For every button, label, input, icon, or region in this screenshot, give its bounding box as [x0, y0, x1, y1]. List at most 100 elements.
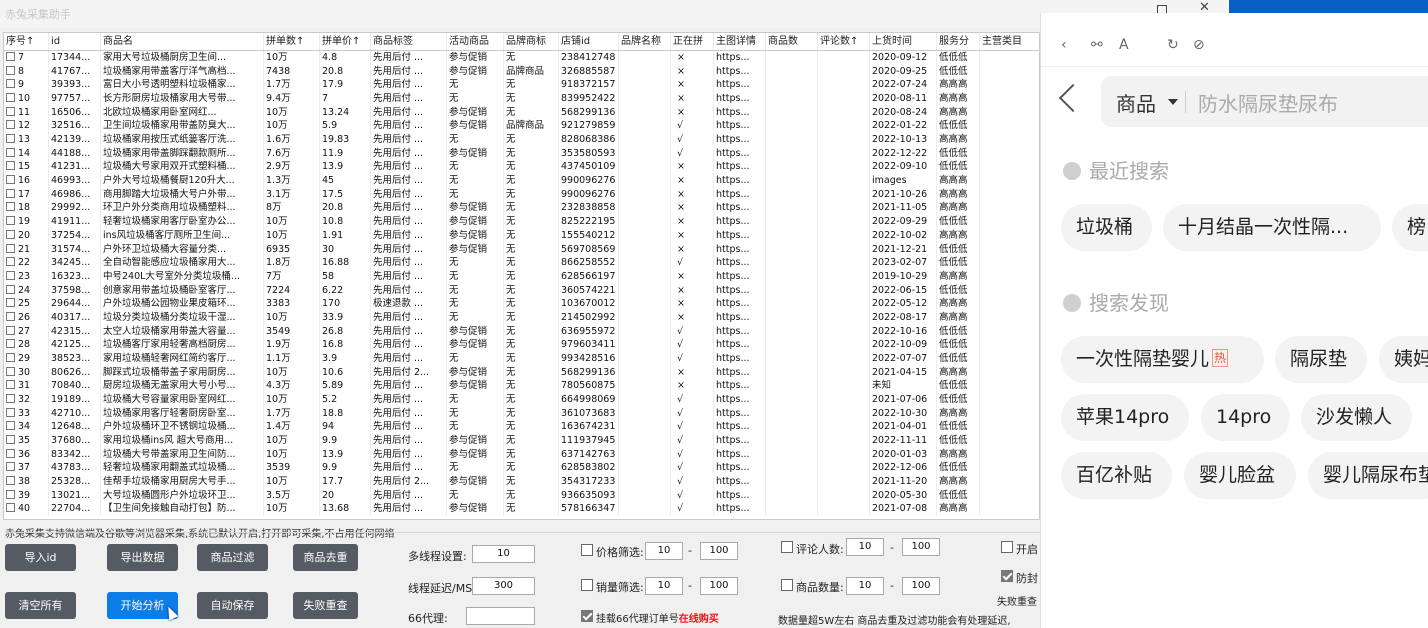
discover-chip[interactable]: 沙发懒人 — [1301, 394, 1412, 441]
clear-all-button[interactable]: 清空所有 — [5, 592, 76, 619]
discover-chip[interactable]: 14pro — [1201, 394, 1290, 441]
row-checkbox[interactable] — [6, 243, 15, 253]
count-filter-checkbox[interactable] — [781, 579, 793, 591]
table-row[interactable]: 28 42125... 垃圾桶客厅家用轻奢高档厨房... 1.9万 16.8 先用后付 .… — [4, 338, 1039, 352]
auto-save-button[interactable]: 自动保存 — [197, 592, 268, 619]
row-checkbox[interactable] — [6, 462, 15, 472]
table-row[interactable]: 39 13021... 大号垃圾桶圆形户外垃圾环卫... 3.5万 20 先用后付 ...… — [4, 488, 1039, 503]
table-row[interactable]: 7 17344... 家用大号垃圾桶厨房卫生间... 10万 4.8 先用后付 ... 参与… — [4, 51, 1039, 65]
column-header-name[interactable]: 商品名 — [101, 33, 264, 50]
table-row[interactable]: 35 37680... 家用垃圾桶ins风 超大号商用... 10万 9.9 先用后付 .… — [4, 434, 1039, 448]
row-checkbox[interactable] — [6, 311, 15, 321]
table-row[interactable]: 9 39393... 富日大小号透明塑料垃圾桶家... 1.7万 17.9 先用后付 ..… — [4, 78, 1039, 93]
row-checkbox[interactable] — [6, 421, 15, 431]
reviews-filter-checkbox[interactable] — [781, 541, 793, 553]
enable-checkbox[interactable] — [1001, 541, 1013, 553]
proxy-input[interactable] — [466, 607, 535, 625]
reviews-min-input[interactable]: 10 — [846, 538, 884, 556]
table-row[interactable]: 31 70840... 厨房垃圾桶无盖家用大号小号... 4.3万 5.89 先用后付 .… — [4, 379, 1039, 393]
column-header-seq[interactable]: 序号↑ — [4, 33, 49, 50]
column-header-review-count[interactable]: 评论数↑ — [818, 33, 870, 50]
discover-chip[interactable]: 婴儿隔尿布垫 — [1308, 452, 1428, 499]
discover-chip[interactable]: 百亿补贴 — [1061, 452, 1172, 499]
table-row[interactable]: 17 46986... 商用脚踏大垃圾桶大号户外带... 3.1万 17.5 先用后付 .… — [4, 187, 1039, 202]
table-row[interactable]: 15 41231... 垃圾桶大号家用双开式塑料桶... 2.9万 13.9 先用后付 .… — [4, 160, 1039, 175]
column-header-promo[interactable]: 活动商品 — [447, 33, 504, 50]
anti-block-checkbox[interactable] — [1001, 570, 1013, 582]
row-checkbox[interactable] — [6, 257, 15, 267]
price-filter-checkbox[interactable] — [581, 544, 593, 556]
row-checkbox[interactable] — [6, 339, 15, 349]
table-row[interactable]: 8 41767... 垃圾桶家用带盖客厅洋气高档... 7438 20.8 先用后付 ..… — [4, 64, 1039, 79]
product-data-grid[interactable]: 序号↑ id 商品名 拼单数↑ 拼单价↑ 商品标签 活动商品 品牌商标 店铺id 品牌名称 正在拼主… — [3, 32, 1040, 520]
table-row[interactable]: 23 16323... 中号240L大号室外分类垃圾桶... 7万 58 先用后付 ...… — [4, 269, 1039, 284]
column-header-detail[interactable]: 主图详情 — [714, 33, 766, 50]
table-row[interactable]: 21 31574... 户外环卫垃圾桶大容量分类... 6935 30 先用后付 ... 参… — [4, 242, 1039, 257]
nav-back-icon[interactable]: ‹ — [1061, 37, 1067, 53]
search-input[interactable]: 防水隔尿垫尿布 — [1198, 88, 1338, 117]
table-row[interactable]: 10 97757... 长方形厨房垃圾桶家用大号带... 9.4万 7 先用后付 ... 无… — [4, 92, 1039, 106]
table-row[interactable]: 24 37598... 创意家用带盖垃圾桶卧室客厅... 7224 6.22 先用后付 .… — [4, 283, 1039, 298]
row-checkbox[interactable] — [6, 325, 15, 335]
export-data-button[interactable]: 导出数据 — [107, 544, 178, 571]
discover-chip[interactable]: 隔尿垫 — [1275, 336, 1367, 383]
table-row[interactable]: 32 19189... 垃圾桶大号容量家用卧室网红... 10万 5.2 先用后付 ...… — [4, 393, 1039, 407]
column-header-group-price[interactable]: 拼单价↑ — [320, 33, 371, 50]
row-checkbox[interactable] — [6, 366, 15, 376]
table-row[interactable]: 25 29644... 户外垃圾桶公园物业果皮箱环... 3383 170 极速退款 ..… — [4, 297, 1039, 311]
table-row[interactable]: 14 44188... 垃圾桶家用带盖脚踩翻款厕所... 7.6万 11.9 先用后付 .… — [4, 146, 1039, 161]
row-checkbox[interactable] — [6, 147, 15, 157]
row-checkbox[interactable] — [6, 175, 15, 185]
row-checkbox[interactable] — [6, 106, 15, 116]
price-max-input[interactable]: 100 — [700, 542, 738, 560]
row-checkbox[interactable] — [6, 407, 15, 417]
table-row[interactable]: 30 80626... 脚踩式垃圾桶带盖子家用厨房... 10万 10.6 先用后付 2.… — [4, 365, 1039, 380]
table-row[interactable]: 33 42710... 垃圾桶家用客厅轻奢厨房卧室... 1.7万 18.8 先用后付 .… — [4, 406, 1039, 421]
row-checkbox[interactable] — [6, 161, 15, 171]
row-checkbox[interactable] — [6, 202, 15, 212]
table-row[interactable]: 13 42139... 垃圾桶家用按压式纸篓客厅洗... 1.6万 19.83 先用后付 … — [4, 133, 1039, 147]
row-checkbox[interactable] — [6, 448, 15, 458]
row-checkbox[interactable] — [6, 380, 15, 390]
row-checkbox[interactable] — [6, 79, 15, 89]
table-row[interactable]: 34 12648... 户外垃圾桶环卫不锈钢垃圾桶... 1.4万 94 先用后付 ...… — [4, 420, 1039, 435]
column-header-listed-date[interactable]: 上货时间 — [870, 33, 937, 50]
import-id-button[interactable]: 导入id — [5, 544, 76, 571]
discover-chip[interactable]: 一次性隔垫婴儿热 — [1061, 336, 1264, 383]
proxy-mount-checkbox[interactable] — [581, 610, 593, 622]
column-header-brand-name[interactable]: 品牌名称 — [619, 33, 671, 50]
table-row[interactable]: 12 32516... 卫生间垃圾桶家用带盖防臭大... 10万 5.9 先用后付 ...… — [4, 119, 1039, 134]
filter-products-button[interactable]: 商品过滤 — [197, 544, 268, 571]
dedupe-products-button[interactable]: 商品去重 — [293, 544, 358, 571]
sales-min-input[interactable]: 10 — [645, 577, 683, 595]
row-checkbox[interactable] — [6, 120, 15, 130]
compass-icon[interactable]: ⊘ — [1193, 37, 1205, 53]
column-header-group-count[interactable]: 拼单数↑ — [264, 33, 320, 50]
count-max-input[interactable]: 100 — [902, 577, 940, 595]
table-row[interactable]: 11 16506... 北欧垃圾桶家用卧室网红... 10万 13.24 先用后付 ...… — [4, 105, 1039, 120]
row-checkbox[interactable] — [6, 188, 15, 198]
row-checkbox[interactable] — [6, 352, 15, 362]
row-checkbox[interactable] — [6, 134, 15, 144]
table-row[interactable]: 27 42315... 太空人垃圾桶家用带盖大容量... 3549 26.8 先用后付 .… — [4, 324, 1039, 339]
recent-chip[interactable]: 十月结晶一次性隔... — [1163, 204, 1381, 251]
sales-filter-checkbox[interactable] — [581, 579, 593, 591]
table-row[interactable]: 40 22704... 【卫生间免接触自动打包】防... 10万 13.68 先用后付 .… — [4, 502, 1039, 517]
refresh-icon[interactable]: ↻ — [1167, 37, 1179, 53]
column-header-shop-id[interactable]: 店铺id — [559, 33, 619, 50]
column-header-id[interactable]: id — [49, 33, 101, 50]
column-header-category[interactable]: 主营类目 — [980, 33, 1039, 50]
row-checkbox[interactable] — [6, 394, 15, 403]
table-row[interactable]: 20 37254... ins风垃圾桶客厅厕所卫生间... 10万 1.91 先用后付 .… — [4, 228, 1039, 243]
row-checkbox[interactable] — [6, 298, 15, 308]
retry-failed-button[interactable]: 失败重查 — [293, 592, 358, 619]
row-checkbox[interactable] — [6, 284, 15, 294]
recent-chip[interactable]: 垃圾桶 — [1061, 204, 1152, 251]
table-row[interactable]: 18 29992... 环卫户外分类商用垃圾桶塑料... 8万 20.8 先用后付 ...… — [4, 201, 1039, 216]
table-row[interactable]: 22 34245... 全自动智能感应垃圾桶家用大... 1.8万 16.88 先用后付 … — [4, 256, 1039, 270]
column-header-item-count[interactable]: 商品数 — [766, 33, 818, 50]
delay-input[interactable]: 300 — [472, 577, 535, 595]
search-bar[interactable]: 商品 防水隔尿垫尿布 — [1101, 76, 1428, 127]
row-checkbox[interactable] — [6, 489, 15, 499]
reviews-max-input[interactable]: 100 — [902, 538, 940, 556]
